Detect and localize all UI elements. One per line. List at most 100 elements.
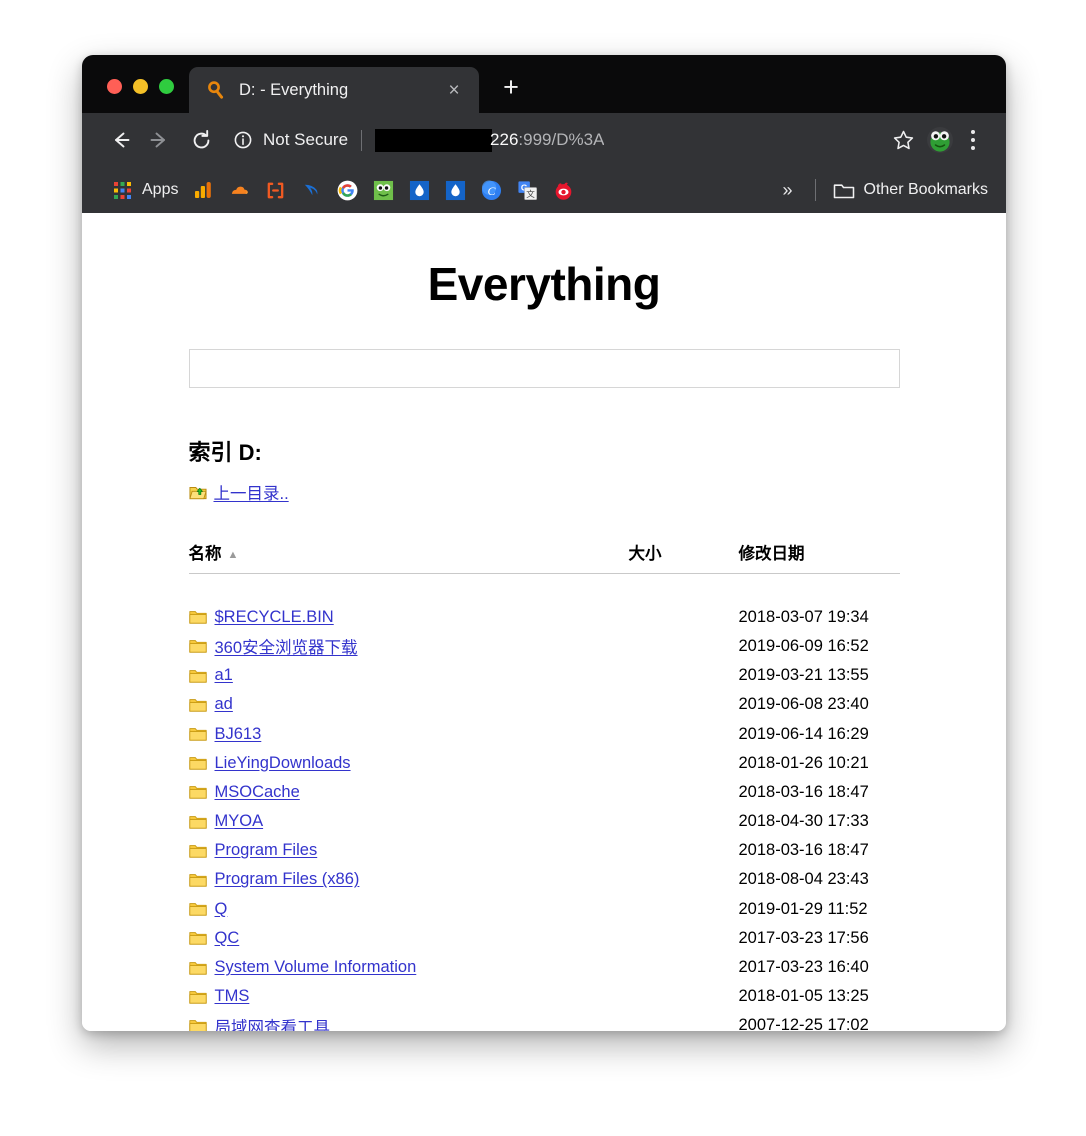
everything-magnifier-icon bbox=[205, 80, 226, 101]
table-row[interactable]: 360安全浏览器下载 2019-06-09 16:52 bbox=[188, 632, 900, 661]
weibo-eye-icon bbox=[552, 179, 574, 201]
bookmark-swoosh[interactable] bbox=[293, 174, 329, 206]
cell-size bbox=[629, 953, 739, 982]
entry-link[interactable]: TMS bbox=[215, 987, 250, 1006]
entry-link[interactable]: 局域网查看工具 bbox=[215, 1014, 331, 1031]
folder-icon bbox=[188, 755, 207, 772]
bookmark-circle-c[interactable]: C bbox=[473, 174, 509, 206]
table-row[interactable]: MSOCache 2018-03-16 18:47 bbox=[188, 778, 900, 807]
entry-link[interactable]: MYOA bbox=[215, 812, 264, 831]
reload-button[interactable] bbox=[182, 121, 220, 159]
bookmark-green-frog[interactable] bbox=[365, 174, 401, 206]
browser-menu-button[interactable] bbox=[958, 123, 988, 157]
url-text[interactable]: 226 :999/D%3A bbox=[375, 128, 604, 152]
entry-link[interactable]: Program Files bbox=[215, 841, 318, 860]
folder-icon bbox=[188, 667, 207, 684]
entry-link[interactable]: $RECYCLE.BIN bbox=[215, 608, 334, 627]
close-tab-button[interactable]: × bbox=[441, 77, 467, 103]
table-row[interactable]: ad 2019-06-08 23:40 bbox=[188, 690, 900, 719]
cell-size bbox=[629, 661, 739, 690]
site-info-icon[interactable] bbox=[232, 130, 254, 150]
entry-link[interactable]: Program Files (x86) bbox=[215, 870, 360, 889]
other-bookmarks-button[interactable]: Other Bookmarks bbox=[826, 174, 992, 206]
browser-tab[interactable]: D: - Everything × bbox=[189, 67, 479, 113]
entry-link[interactable]: 360安全浏览器下载 bbox=[215, 634, 358, 658]
svg-text:文: 文 bbox=[526, 188, 535, 199]
table-row[interactable]: Q 2019-01-29 11:52 bbox=[188, 895, 900, 924]
bookmark-analytics[interactable] bbox=[185, 174, 221, 206]
search-input[interactable] bbox=[188, 349, 900, 388]
entry-name-cell: $RECYCLE.BIN bbox=[188, 608, 629, 627]
bookmark-apps[interactable]: Apps bbox=[104, 174, 185, 206]
svg-text:C: C bbox=[487, 183, 496, 197]
cell-name: MYOA bbox=[188, 807, 629, 836]
entry-name-cell: LieYingDownloads bbox=[188, 754, 629, 773]
column-header-name-label: 名称 bbox=[188, 545, 222, 563]
table-row[interactable]: Program Files (x86) 2018-08-04 23:43 bbox=[188, 865, 900, 894]
entry-name-cell: ad bbox=[188, 695, 629, 714]
table-row[interactable]: $RECYCLE.BIN 2018-03-07 19:34 bbox=[188, 603, 900, 632]
bookmark-cloudflare[interactable] bbox=[221, 174, 257, 206]
table-row[interactable]: TMS 2018-01-05 13:25 bbox=[188, 982, 900, 1011]
cell-date: 2018-08-04 23:43 bbox=[738, 870, 869, 889]
back-button[interactable] bbox=[102, 121, 140, 159]
maximize-window-button[interactable] bbox=[159, 79, 174, 94]
folder-icon bbox=[188, 842, 207, 859]
bookmarks-overflow-button[interactable]: » bbox=[771, 180, 805, 201]
cell-date: 2018-04-30 17:33 bbox=[738, 812, 869, 831]
cell-name: ad bbox=[188, 690, 629, 719]
blue-droplet-icon bbox=[408, 179, 430, 201]
entry-link[interactable]: BJ613 bbox=[215, 725, 262, 744]
browser-window: D: - Everything × + Not Secure 226:999/… bbox=[82, 55, 1006, 1031]
table-row[interactable]: BJ613 2019-06-14 16:29 bbox=[188, 719, 900, 748]
table-row[interactable]: Program Files 2018-03-16 18:47 bbox=[188, 836, 900, 865]
listing-container: 索引 D: 上一目录.. 名称 ▲ 大小 修改日期 $RECYCLE.BIN 2… bbox=[188, 388, 900, 1031]
entry-link[interactable]: System Volume Information bbox=[215, 958, 417, 977]
minimize-window-button[interactable] bbox=[133, 79, 148, 94]
column-header-size[interactable]: 大小 bbox=[628, 540, 739, 574]
table-row[interactable]: QC 2017-03-23 17:56 bbox=[188, 924, 900, 953]
bookmark-droplet-2[interactable] bbox=[437, 174, 473, 206]
circle-c-icon: C bbox=[480, 179, 502, 201]
cell-size bbox=[629, 982, 739, 1011]
cell-date: 2019-06-14 16:29 bbox=[738, 724, 869, 743]
cell-name: 360安全浏览器下载 bbox=[188, 632, 629, 661]
table-row[interactable]: System Volume Information 2017-03-23 16:4… bbox=[188, 953, 900, 982]
forward-button[interactable] bbox=[140, 121, 178, 159]
cell-date: 2018-03-16 18:47 bbox=[738, 841, 869, 860]
folder-icon bbox=[188, 638, 207, 655]
table-row[interactable]: LieYingDownloads 2018-01-26 10:21 bbox=[188, 749, 900, 778]
bookmark-google[interactable] bbox=[329, 174, 365, 206]
cell-date: 2019-03-21 13:55 bbox=[738, 666, 869, 685]
table-row[interactable]: 局域网查看工具 2007-12-25 17:02 bbox=[188, 1011, 900, 1031]
entry-link[interactable]: a1 bbox=[215, 666, 233, 685]
blue-swoosh-icon bbox=[300, 179, 322, 201]
bookmark-apps-label: Apps bbox=[142, 181, 179, 198]
column-header-name[interactable]: 名称 ▲ bbox=[188, 540, 629, 574]
frog-avatar[interactable] bbox=[927, 127, 953, 153]
entry-link[interactable]: QC bbox=[215, 929, 240, 948]
parent-directory-link[interactable]: 上一目录.. bbox=[188, 480, 900, 504]
bookmark-google-translate[interactable]: G 文 bbox=[509, 174, 545, 206]
entry-name-cell: a1 bbox=[188, 666, 629, 685]
entry-link[interactable]: ad bbox=[215, 695, 233, 714]
other-bookmarks-label: Other Bookmarks bbox=[863, 181, 988, 198]
new-tab-button[interactable]: + bbox=[489, 67, 533, 113]
entry-link[interactable]: LieYingDownloads bbox=[215, 754, 351, 773]
entry-link[interactable]: Q bbox=[215, 900, 228, 919]
bookmark-droplet-1[interactable] bbox=[401, 174, 437, 206]
close-window-button[interactable] bbox=[107, 79, 122, 94]
folder-icon bbox=[188, 959, 207, 976]
bookmark-bracket-link[interactable] bbox=[257, 174, 293, 206]
entry-name-cell: QC bbox=[188, 929, 629, 948]
star-icon[interactable] bbox=[884, 121, 922, 159]
folder-icon bbox=[188, 901, 207, 918]
folder-icon bbox=[188, 784, 207, 801]
table-row[interactable]: MYOA 2018-04-30 17:33 bbox=[188, 807, 900, 836]
cell-date: 2018-03-16 18:47 bbox=[738, 782, 869, 801]
address-bar[interactable]: Not Secure 226 :999/D%3A bbox=[232, 121, 874, 159]
entry-link[interactable]: MSOCache bbox=[215, 783, 300, 802]
table-row[interactable]: a1 2019-03-21 13:55 bbox=[188, 661, 900, 690]
bookmark-weibo[interactable] bbox=[545, 174, 581, 206]
column-header-date[interactable]: 修改日期 bbox=[738, 540, 900, 574]
